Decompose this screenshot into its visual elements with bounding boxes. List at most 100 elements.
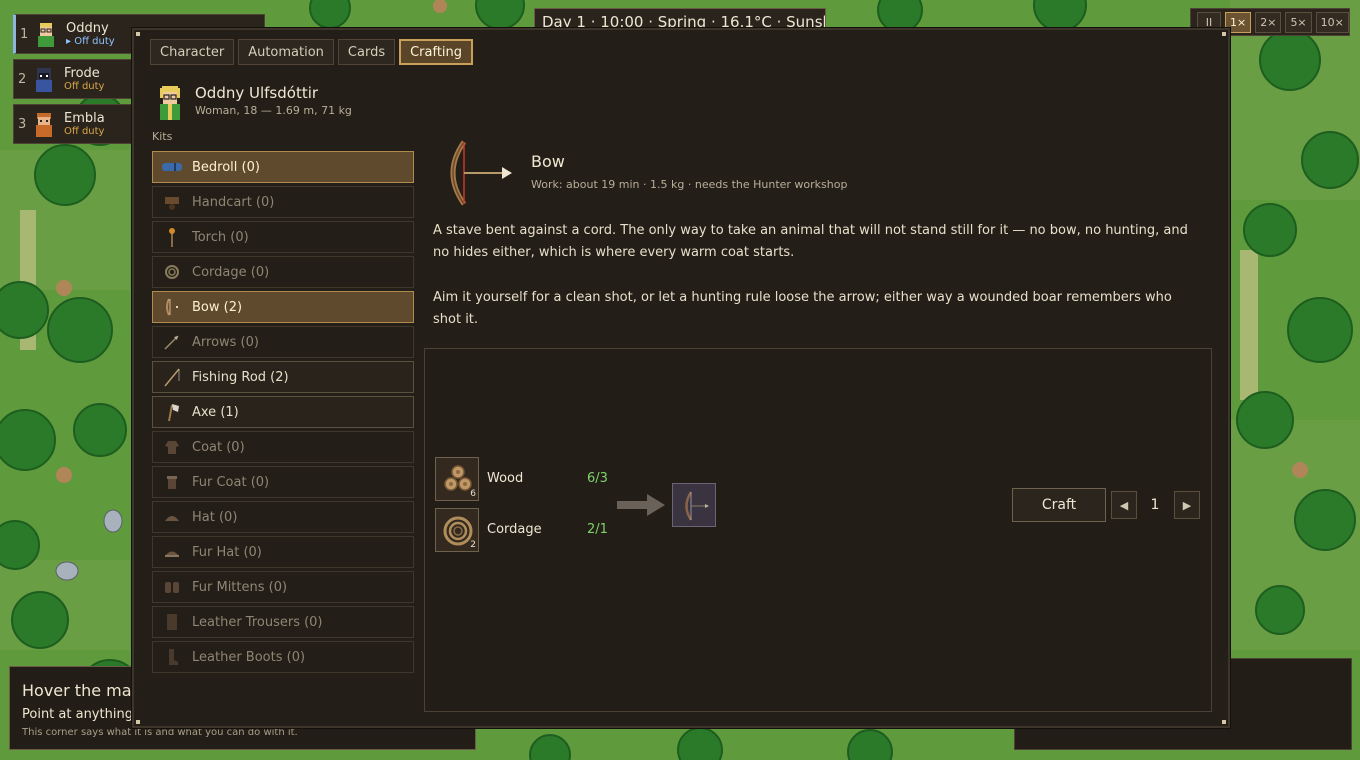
roster-number: 3 <box>18 116 27 132</box>
ingredient-name: Wood <box>487 471 524 486</box>
character-header: Oddny Ulfsdóttir Woman, 18 — 1.69 m, 71 … <box>152 84 372 124</box>
embla-avatar <box>36 113 52 137</box>
kit-label: Fishing Rod (2) <box>192 369 289 385</box>
speed-10x-button[interactable]: 10× <box>1315 11 1349 33</box>
ingredient-stock: 2 <box>470 540 476 550</box>
ingredient-row-cordage: 2 Cordage 2/1 <box>435 508 635 552</box>
right-arrow-icon <box>617 494 665 516</box>
kit-item-leather-trousers[interactable]: Leather Trousers (0) <box>152 606 414 638</box>
character-name: Oddny Ulfsdóttir <box>195 84 319 102</box>
kit-item-cordage[interactable]: Cordage (0) <box>152 256 414 288</box>
handcart-icon <box>162 192 182 212</box>
ingredient-name: Cordage <box>487 522 542 537</box>
kit-item-hat[interactable]: Hat (0) <box>152 501 414 533</box>
kit-label: Bedroll (0) <box>192 159 260 175</box>
frame-corner <box>1222 720 1226 724</box>
leather-trousers-icon <box>162 612 182 632</box>
kit-list: Bedroll (0) Handcart (0) Torch (0) Corda… <box>152 151 414 676</box>
speed-5x-button[interactable]: 5× <box>1285 11 1312 33</box>
hint-title: Hover the map <box>22 681 142 700</box>
roster-name: Embla <box>64 110 105 126</box>
axe-icon <box>162 402 182 422</box>
output-slot <box>672 483 716 527</box>
leather-boots-icon <box>162 647 182 667</box>
kit-label: Hat (0) <box>192 509 238 525</box>
fur-mittens-icon <box>162 577 182 597</box>
kit-item-fur-mittens[interactable]: Fur Mittens (0) <box>152 571 414 603</box>
cordage-icon: 2 <box>435 508 479 552</box>
roster-number: 2 <box>18 71 27 87</box>
tab-character[interactable]: Character <box>150 39 235 65</box>
speed-2x-button[interactable]: 2× <box>1255 11 1282 33</box>
roster-status: ▸ Off duty <box>66 35 115 47</box>
ingredient-stock: 6 <box>470 489 476 499</box>
kit-item-torch[interactable]: Torch (0) <box>152 221 414 253</box>
roster-name: Frode <box>64 65 100 81</box>
bow-icon <box>162 297 182 317</box>
frame-corner <box>136 32 140 36</box>
kit-item-bedroll[interactable]: Bedroll (0) <box>152 151 414 183</box>
fur-hat-icon <box>162 542 182 562</box>
kit-label: Torch (0) <box>192 229 249 245</box>
kit-label: Leather Trousers (0) <box>192 614 323 630</box>
kit-label: Leather Boots (0) <box>192 649 306 665</box>
kit-item-fishing-rod[interactable]: Fishing Rod (2) <box>152 361 414 393</box>
kits-heading: Kits <box>152 130 173 143</box>
recipe-panel: 6 Wood 6/3 2 Cordage 2/1 Craft ◀ 1 ▶ <box>424 348 1212 712</box>
frame-corner <box>136 720 140 724</box>
kit-item-arrows[interactable]: Arrows (0) <box>152 326 414 358</box>
character-portrait <box>160 86 180 120</box>
frode-avatar <box>36 68 52 92</box>
tab-bar: Character Automation Cards Crafting <box>150 39 474 65</box>
ingredient-row-wood: 6 Wood 6/3 <box>435 457 635 501</box>
craft-button[interactable]: Craft <box>1012 488 1106 522</box>
kit-item-bow[interactable]: Bow (2) <box>152 291 414 323</box>
hat-icon <box>162 507 182 527</box>
kit-item-axe[interactable]: Axe (1) <box>152 396 414 428</box>
fur-coat-icon <box>162 472 182 492</box>
tab-automation[interactable]: Automation <box>238 39 334 65</box>
cordage-icon <box>162 262 182 282</box>
kit-label: Fur Mittens (0) <box>192 579 288 595</box>
kit-item-fur-hat[interactable]: Fur Hat (0) <box>152 536 414 568</box>
arrow-icon <box>162 332 182 352</box>
kit-item-handcart[interactable]: Handcart (0) <box>152 186 414 218</box>
kit-label: Bow (2) <box>192 299 243 315</box>
ingredient-quantity: 2/1 <box>587 522 608 537</box>
kit-label: Fur Hat (0) <box>192 544 262 560</box>
fishing-rod-icon <box>162 367 182 387</box>
kit-label: Fur Coat (0) <box>192 474 270 490</box>
hint-subtext: This corner says what it is and what you… <box>22 727 298 738</box>
kit-label: Axe (1) <box>192 404 239 420</box>
character-window: Character Automation Cards Crafting Oddn… <box>132 28 1230 728</box>
frame-corner <box>1222 32 1226 36</box>
kit-item-coat[interactable]: Coat (0) <box>152 431 414 463</box>
tab-cards[interactable]: Cards <box>337 39 396 65</box>
bow-output-icon <box>685 491 709 521</box>
roster-number: 1 <box>20 26 29 42</box>
hint-body: Point at anything <box>22 707 133 722</box>
coat-icon <box>162 437 182 457</box>
bedroll-icon <box>162 157 182 177</box>
bow-large-icon <box>450 140 512 206</box>
kit-item-leather-boots[interactable]: Leather Boots (0) <box>152 641 414 673</box>
craft-quantity: 1 <box>1150 497 1160 513</box>
item-description-usage: Aim it yourself for a clean shot, or let… <box>433 290 1172 327</box>
kit-label: Cordage (0) <box>192 264 270 280</box>
decrease-quantity-button[interactable]: ◀ <box>1111 491 1137 519</box>
item-meta: Work: about 19 min · 1.5 kg · needs the … <box>531 178 848 191</box>
roster-name: Oddny <box>66 20 109 36</box>
kit-label: Handcart (0) <box>192 194 275 210</box>
tab-crafting[interactable]: Crafting <box>399 39 474 65</box>
kit-label: Coat (0) <box>192 439 245 455</box>
ingredient-quantity: 6/3 <box>587 471 608 486</box>
roster-status: Off duty <box>64 80 105 92</box>
kit-item-fur-coat[interactable]: Fur Coat (0) <box>152 466 414 498</box>
torch-icon <box>162 227 182 247</box>
increase-quantity-button[interactable]: ▶ <box>1174 491 1200 519</box>
roster-status: Off duty <box>64 125 105 137</box>
wood-icon: 6 <box>435 457 479 501</box>
character-details: Woman, 18 — 1.69 m, 71 kg <box>195 104 352 117</box>
oddny-avatar <box>38 23 54 47</box>
kit-label: Arrows (0) <box>192 334 259 350</box>
